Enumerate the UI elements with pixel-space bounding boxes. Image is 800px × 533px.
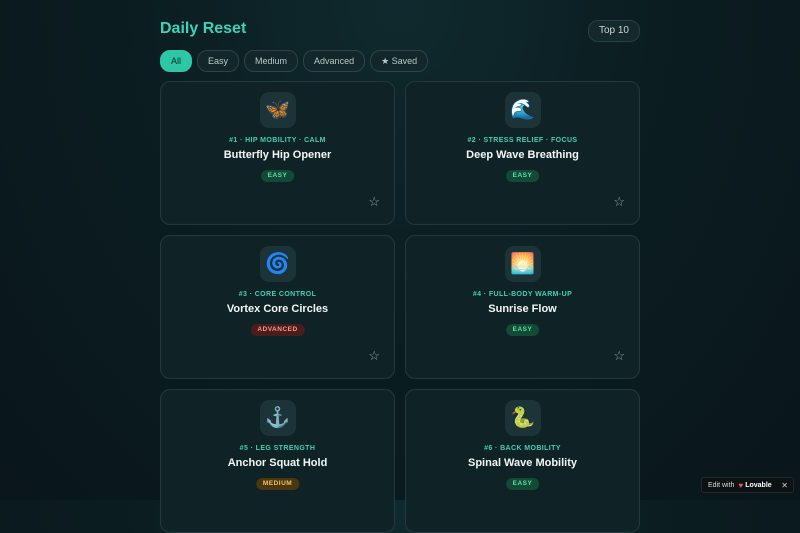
card-title: Sunrise Flow	[488, 303, 557, 315]
difficulty-badge: EASY	[505, 324, 540, 336]
page-title: Daily Reset	[160, 20, 247, 37]
filter-advanced-chip[interactable]: Advanced	[303, 50, 366, 72]
exercise-card[interactable]: 🦋 #1 · HIP MOBILITY · CALM Butterfly Hip…	[160, 81, 395, 225]
star-icon[interactable]: ☆	[368, 349, 380, 362]
wave-icon: 🌊	[504, 92, 541, 128]
exercise-card[interactable]: 🐍 #6 · BACK MOBILITY Spinal Wave Mobilit…	[405, 389, 640, 533]
exercise-card[interactable]: 🌅 #4 · FULL-BODY WARM-UP Sunrise Flow EA…	[405, 235, 640, 379]
lovable-prefix: Edit with	[708, 481, 735, 489]
exercise-card[interactable]: ⚓ #5 · LEG STRENGTH Anchor Squat Hold ME…	[160, 389, 395, 533]
filter-bar: All Easy Medium Advanced ★ Saved	[160, 50, 429, 72]
heart-icon: ♥	[738, 480, 744, 490]
card-title: Spinal Wave Mobility	[468, 457, 577, 469]
card-meta: #5 · LEG STRENGTH	[239, 445, 316, 452]
close-icon[interactable]: ✕	[781, 481, 788, 490]
card-meta: #6 · BACK MOBILITY	[484, 445, 561, 452]
card-meta: #1 · HIP MOBILITY · CALM	[229, 137, 326, 144]
star-icon[interactable]: ☆	[613, 195, 625, 208]
top-10-button[interactable]: Top 10	[587, 20, 640, 42]
exercise-grid: 🦋 #1 · HIP MOBILITY · CALM Butterfly Hip…	[160, 81, 640, 533]
filter-medium-chip[interactable]: Medium	[244, 50, 299, 72]
card-meta: #2 · STRESS RELIEF · FOCUS	[467, 137, 578, 144]
exercise-card[interactable]: 🌀 #3 · CORE CONTROL Vortex Core Circles …	[160, 235, 395, 379]
difficulty-badge: MEDIUM	[255, 478, 300, 490]
anchor-icon: ⚓	[259, 400, 296, 436]
difficulty-badge: EASY	[505, 478, 540, 490]
star-icon[interactable]: ☆	[613, 349, 625, 362]
card-title: Butterfly Hip Opener	[223, 149, 332, 161]
star-icon[interactable]: ☆	[368, 195, 380, 208]
lovable-brand: Lovable	[745, 481, 772, 489]
filter-all-chip[interactable]: All	[160, 50, 193, 72]
cyclone-icon: 🌀	[259, 246, 296, 282]
filter-easy-chip[interactable]: Easy	[197, 50, 240, 72]
snake-icon: 🐍	[504, 400, 541, 436]
exercise-card[interactable]: 🌊 #2 · STRESS RELIEF · FOCUS Deep Wave B…	[405, 81, 640, 225]
card-title: Deep Wave Breathing	[466, 149, 579, 161]
header: Daily Reset Top 10	[160, 20, 640, 42]
difficulty-badge: EASY	[260, 170, 295, 182]
card-meta: #4 · FULL-BODY WARM-UP	[472, 291, 573, 298]
difficulty-badge: EASY	[505, 170, 540, 182]
edit-with-lovable-badge[interactable]: Edit with ♥ Lovable ✕	[701, 477, 794, 493]
difficulty-badge: ADVANCED	[250, 324, 305, 336]
sunrise-icon: 🌅	[504, 246, 541, 282]
card-title: Vortex Core Circles	[226, 303, 329, 315]
card-meta: #3 · CORE CONTROL	[238, 291, 317, 298]
card-title: Anchor Squat Hold	[227, 457, 328, 469]
butterfly-icon: 🦋	[259, 92, 296, 128]
filter-saved-chip[interactable]: ★ Saved	[370, 50, 429, 72]
